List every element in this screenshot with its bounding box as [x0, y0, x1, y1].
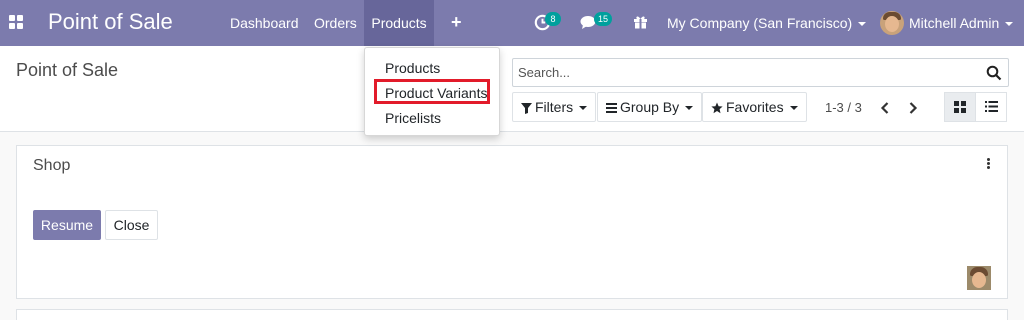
chevron-down-icon — [858, 22, 867, 27]
favorites-button[interactable]: Favorites — [702, 92, 807, 122]
menu-orders[interactable]: Orders — [306, 0, 365, 46]
apps-grid-icon[interactable] — [9, 15, 23, 29]
user-menu[interactable]: Mitchell Admin — [909, 15, 1014, 31]
menu-dashboard[interactable]: Dashboard — [222, 0, 307, 46]
dropdown-item-pricelists[interactable]: Pricelists — [385, 110, 441, 126]
kebab-menu-icon[interactable] — [987, 158, 991, 170]
list-bars-icon — [606, 103, 617, 114]
activity-count-badge: 8 — [545, 12, 561, 26]
list-view-icon — [985, 101, 998, 112]
favorites-label: Favorites — [726, 99, 784, 115]
search-box — [512, 58, 1009, 87]
company-name: My Company (San Francisco) — [667, 15, 853, 31]
gift-icon[interactable] — [633, 14, 648, 32]
pager-value[interactable]: 1-3 / 3 — [825, 100, 862, 115]
list-view-button[interactable] — [975, 92, 1007, 122]
chevron-down-icon — [685, 106, 694, 111]
filter-icon — [521, 102, 532, 114]
menu-products[interactable]: Products — [364, 0, 434, 46]
app-brand[interactable]: Point of Sale — [48, 9, 173, 35]
kanban-area: Shop Resume Close — [0, 132, 1024, 320]
group-by-label: Group By — [620, 99, 680, 115]
user-name: Mitchell Admin — [909, 15, 1000, 31]
star-icon — [711, 102, 723, 114]
filters-button[interactable]: Filters — [512, 92, 597, 122]
highlight-annotation — [374, 79, 490, 104]
pos-card-title: Shop — [33, 157, 71, 174]
quick-create-button[interactable]: + — [451, 13, 462, 31]
company-switcher[interactable]: My Company (San Francisco) — [667, 15, 867, 31]
pos-card — [16, 309, 1008, 320]
top-navbar: Point of Sale Dashboard Orders Products … — [0, 0, 1024, 46]
breadcrumb: Point of Sale — [16, 60, 119, 80]
user-avatar[interactable] — [880, 11, 904, 35]
search-input[interactable] — [513, 59, 983, 86]
avatar — [967, 266, 991, 290]
chevron-left-icon[interactable] — [877, 100, 893, 116]
chevron-down-icon — [789, 106, 798, 111]
group-by-button[interactable]: Group By — [597, 92, 703, 122]
close-button[interactable]: Close — [105, 210, 158, 240]
messages-count-badge: 15 — [594, 12, 613, 26]
kanban-view-icon — [954, 101, 966, 113]
dropdown-item-products[interactable]: Products — [385, 60, 440, 76]
control-panel: Point of Sale Filters Group By Favorites… — [0, 46, 1024, 132]
search-icon[interactable] — [986, 65, 1002, 81]
chevron-down-icon — [1005, 22, 1014, 27]
pos-card: Shop Resume Close — [16, 145, 1008, 299]
chevron-down-icon — [579, 106, 588, 111]
filters-label: Filters — [535, 99, 574, 115]
kanban-view-button[interactable] — [944, 92, 976, 122]
resume-button[interactable]: Resume — [33, 210, 101, 240]
chevron-right-icon[interactable] — [905, 100, 921, 116]
